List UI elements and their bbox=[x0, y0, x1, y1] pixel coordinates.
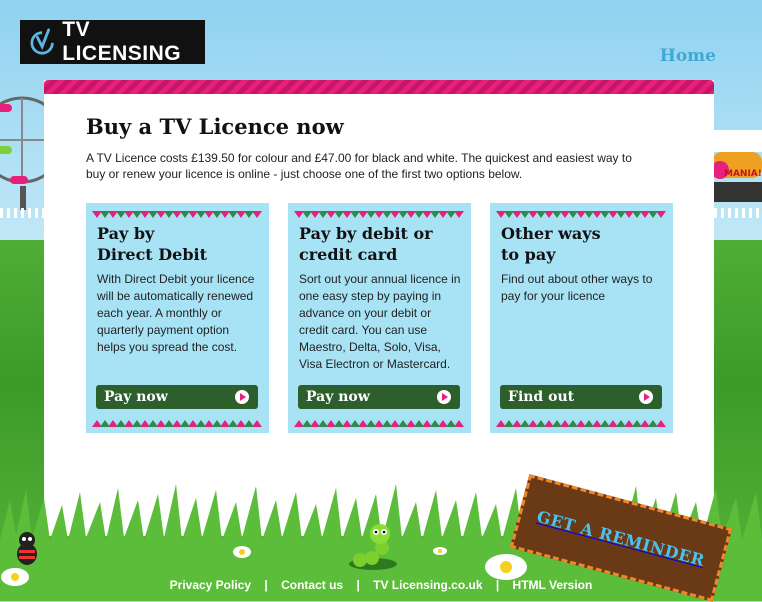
card-other-ways: Other ways to pay Find out about other w… bbox=[490, 203, 673, 433]
card-body: With Direct Debit your licence will be a… bbox=[97, 272, 255, 354]
bunting-decoration bbox=[496, 211, 666, 218]
pay-now-card-button[interactable]: Pay now bbox=[298, 385, 460, 409]
striped-awning bbox=[44, 80, 714, 94]
reminder-label: GET A REMINDER bbox=[534, 506, 708, 570]
find-out-button[interactable]: Find out bbox=[500, 385, 662, 409]
ladybird-icon bbox=[17, 532, 37, 565]
footer-separator: | bbox=[264, 578, 268, 592]
svg-text:MANIA!: MANIA! bbox=[724, 169, 762, 179]
footer-separator: | bbox=[356, 578, 360, 592]
logo-text: TV LICENSING bbox=[62, 18, 182, 65]
page-title: Buy a TV Licence now bbox=[86, 114, 344, 139]
bunting-decoration bbox=[294, 420, 464, 427]
button-label: Pay now bbox=[104, 389, 168, 405]
bunting-decoration bbox=[92, 211, 262, 218]
card-direct-debit: Pay by Direct Debit With Direct Debit yo… bbox=[86, 203, 269, 433]
card-title: Pay by Direct Debit bbox=[97, 224, 207, 264]
card-title: Other ways to pay bbox=[501, 224, 601, 264]
card-debit-credit-card: Pay by debit or credit card Sort out you… bbox=[288, 203, 471, 433]
bunting-decoration bbox=[496, 420, 666, 427]
button-label: Pay now bbox=[306, 389, 370, 405]
html-version-link[interactable]: HTML Version bbox=[513, 578, 593, 592]
arrow-right-icon bbox=[639, 390, 653, 404]
card-body: Sort out your annual licence in one easy… bbox=[299, 272, 461, 371]
pay-now-direct-debit-button[interactable]: Pay now bbox=[96, 385, 258, 409]
card-body: Find out about other ways to pay for you… bbox=[501, 272, 653, 303]
card-title: Pay by debit or credit card bbox=[299, 224, 433, 264]
daisy-icon bbox=[433, 547, 447, 555]
tv-licensing-logo[interactable]: TV LICENSING bbox=[20, 18, 205, 65]
button-label: Find out bbox=[508, 389, 575, 405]
home-link[interactable]: Home bbox=[660, 46, 716, 66]
bunting-decoration bbox=[92, 420, 262, 427]
arrow-right-icon bbox=[437, 390, 451, 404]
privacy-policy-link[interactable]: Privacy Policy bbox=[170, 578, 251, 592]
footer-separator: | bbox=[495, 578, 500, 592]
daisy-icon bbox=[233, 546, 251, 558]
tv-licensing-site-link[interactable]: TV Licensing.co.uk bbox=[373, 578, 482, 592]
bunting-decoration bbox=[294, 211, 464, 218]
contact-us-link[interactable]: Contact us bbox=[281, 578, 343, 592]
footer-links: Privacy Policy | Contact us | TV Licensi… bbox=[0, 578, 762, 592]
arrow-right-icon bbox=[235, 390, 249, 404]
worm-icon bbox=[349, 524, 397, 570]
tv-licensing-logo-icon bbox=[30, 28, 54, 55]
intro-text: A TV Licence costs £139.50 for colour an… bbox=[86, 151, 632, 181]
